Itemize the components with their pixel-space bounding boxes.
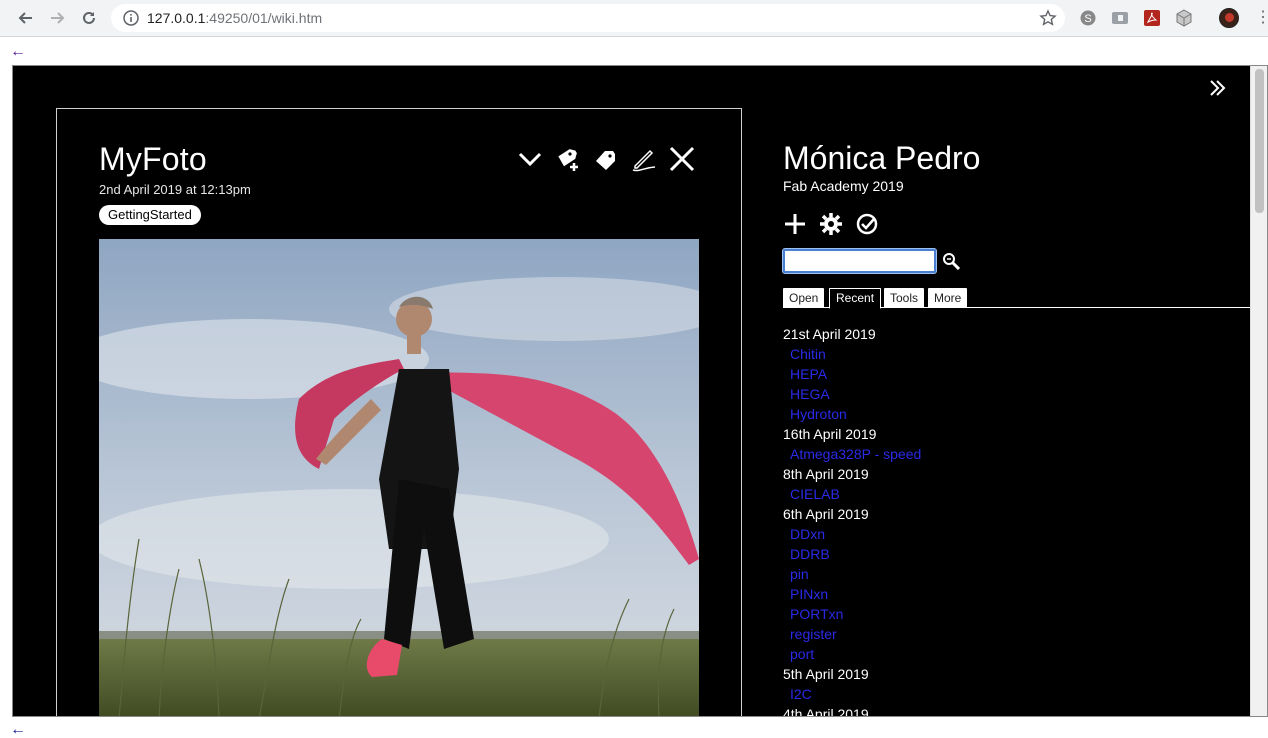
close-button[interactable] xyxy=(669,145,695,173)
recent-date: 16th April 2019 xyxy=(783,426,877,442)
recent-date: 8th April 2019 xyxy=(783,466,869,482)
recent-link[interactable]: I2C xyxy=(783,684,1243,704)
tiddler-date: 2nd April 2019 at 12:13pm xyxy=(99,182,251,197)
browser-reload-button[interactable] xyxy=(78,7,100,29)
bookmark-star-icon[interactable] xyxy=(1039,9,1057,30)
recent-link[interactable]: HEPA xyxy=(783,364,1243,384)
tag-icon xyxy=(596,151,615,170)
recent-date: 5th April 2019 xyxy=(783,666,869,682)
recent-link[interactable]: DDRB xyxy=(783,544,1243,564)
tiddler-title: MyFoto xyxy=(99,141,207,177)
sidebar: Mónica Pedro Fab Academy 2019 Open Recen… xyxy=(782,66,1253,717)
tiddler-tag[interactable]: GettingStarted xyxy=(99,205,201,225)
recent-link[interactable]: HEGA xyxy=(783,384,1243,404)
pencil-icon xyxy=(632,149,656,172)
site-subtitle: Fab Academy 2019 xyxy=(783,178,904,194)
url-host: 127.0.0.1 xyxy=(147,10,206,26)
browser-back-button[interactable] xyxy=(14,7,36,29)
skype-extension-icon[interactable]: S xyxy=(1079,9,1097,27)
page-scrollbar[interactable] xyxy=(1250,66,1267,716)
browser-forward-button[interactable] xyxy=(47,7,69,29)
advanced-search-button[interactable] xyxy=(942,252,961,271)
page-back-link-top[interactable]: ← xyxy=(10,44,26,60)
chevron-down-icon xyxy=(518,152,542,167)
plus-icon xyxy=(785,214,805,234)
recent-link[interactable]: PINxn xyxy=(783,584,1243,604)
extension-k-icon[interactable] xyxy=(1111,9,1129,27)
tab-more[interactable]: More xyxy=(928,288,968,308)
sidebar-tabs: Open Recent Tools More xyxy=(783,288,1253,309)
address-bar[interactable]: 127.0.0.1:49250/01/wiki.htm xyxy=(111,4,1065,32)
gear-icon xyxy=(820,213,842,235)
cube-extension-icon[interactable] xyxy=(1175,9,1193,27)
sidebar-buttons xyxy=(783,212,879,236)
recent-date: 4th April 2019 xyxy=(783,706,869,717)
new-tiddler-button[interactable] xyxy=(783,212,807,236)
arrow-right-icon xyxy=(51,12,65,24)
search-input[interactable] xyxy=(782,248,937,274)
double-chevron-right-icon xyxy=(1210,80,1226,96)
pdf-extension-icon[interactable] xyxy=(1143,9,1161,27)
recent-link[interactable]: Atmega328P - speed xyxy=(783,444,1243,464)
arrow-left-icon xyxy=(18,12,32,24)
info-icon[interactable] xyxy=(123,10,139,26)
recent-date: 21st April 2019 xyxy=(783,326,876,342)
close-icon xyxy=(669,146,695,172)
page-back-link-bottom[interactable]: ← xyxy=(10,722,26,738)
recent-link[interactable]: pin xyxy=(783,564,1243,584)
svg-text:S: S xyxy=(1084,13,1091,25)
recent-link[interactable]: DDxn xyxy=(783,524,1243,544)
reload-icon xyxy=(83,11,95,24)
fold-button[interactable] xyxy=(517,145,543,173)
recent-link[interactable]: PORTxn xyxy=(783,604,1243,624)
tab-open[interactable]: Open xyxy=(783,288,825,308)
url-path: :49250/01/wiki.htm xyxy=(205,10,323,26)
check-circle-icon xyxy=(856,213,878,235)
scrollbar-thumb[interactable] xyxy=(1255,69,1264,213)
tag-plus-icon xyxy=(558,149,578,171)
tag-button[interactable] xyxy=(593,145,619,173)
photo-woman-with-pink-scarf xyxy=(99,239,699,716)
recent-link[interactable]: Chitin xyxy=(783,344,1243,364)
sidebar-toggle-button[interactable] xyxy=(1207,78,1227,98)
recent-link[interactable]: register xyxy=(783,624,1243,644)
tab-tools[interactable]: Tools xyxy=(884,288,925,308)
add-tag-button[interactable] xyxy=(555,145,581,173)
edit-button[interactable] xyxy=(631,145,657,173)
profile-avatar[interactable] xyxy=(1219,8,1239,28)
tiddler-toolbar xyxy=(517,145,695,173)
recent-list: 21st April 2019 Chitin HEPA HEGA Hydroto… xyxy=(783,324,1243,717)
save-wiki-button[interactable] xyxy=(855,212,879,236)
recent-date: 6th April 2019 xyxy=(783,506,869,522)
wiki-frame: MyFoto 2nd April 2019 at 12:13pm Getting… xyxy=(12,65,1268,717)
tab-recent[interactable]: Recent xyxy=(829,288,882,309)
search-icon xyxy=(943,253,961,271)
browser-menu-icon[interactable]: ⋮ xyxy=(1255,8,1268,28)
control-panel-button[interactable] xyxy=(819,212,843,236)
browser-toolbar: 127.0.0.1:49250/01/wiki.htm S ⋮ xyxy=(0,0,1268,37)
tiddler-photo xyxy=(99,239,699,716)
tiddler-myfoto: MyFoto 2nd April 2019 at 12:13pm Getting… xyxy=(56,108,742,716)
recent-link[interactable]: Hydroton xyxy=(783,404,1243,424)
recent-link[interactable]: CIELAB xyxy=(783,484,1243,504)
site-title: Mónica Pedro xyxy=(783,140,981,176)
recent-link[interactable]: port xyxy=(783,644,1243,664)
